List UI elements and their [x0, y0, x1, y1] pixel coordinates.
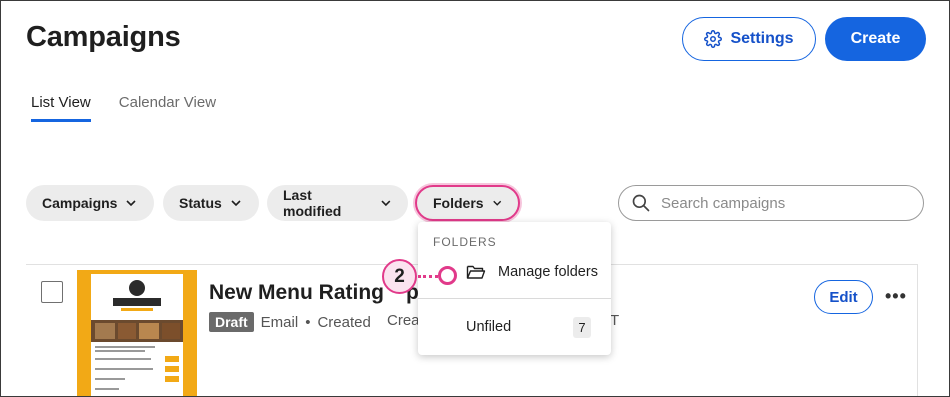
last-modified-filter-label: Last modified	[283, 187, 342, 219]
chevron-down-icon	[126, 200, 137, 207]
email-preview-graphic	[91, 274, 183, 390]
callout-connector	[418, 275, 438, 278]
chevron-down-icon	[492, 200, 501, 206]
more-options-icon[interactable]: •••	[885, 287, 907, 305]
settings-button-label: Settings	[730, 30, 794, 47]
campaign-state: Created	[317, 313, 371, 331]
status-filter-label: Status	[179, 195, 222, 211]
edit-button[interactable]: Edit	[814, 280, 873, 314]
gear-icon	[704, 30, 723, 48]
chevron-down-icon	[231, 200, 241, 207]
row-checkbox[interactable]	[41, 281, 63, 303]
folders-dropdown: FOLDERS Manage folders Unfiled 7	[418, 222, 611, 355]
view-tabs: List View Calendar View	[31, 94, 216, 122]
campaigns-filter-label: Campaigns	[42, 195, 118, 211]
dropdown-divider	[418, 298, 611, 299]
campaign-created-time: T	[610, 312, 620, 329]
list-edge	[917, 264, 918, 396]
callout-target-ring	[438, 266, 457, 285]
chevron-down-icon	[381, 200, 391, 207]
thumbnail-email-preview	[91, 274, 183, 396]
campaign-created-date: Crea	[387, 312, 420, 329]
manage-folders-item[interactable]: Manage folders	[466, 264, 598, 280]
search-input[interactable]	[661, 194, 901, 212]
status-badge: Draft	[209, 312, 254, 332]
tab-calendar-view[interactable]: Calendar View	[119, 94, 216, 122]
create-button[interactable]: Create	[825, 17, 926, 61]
last-modified-filter[interactable]: Last modified	[267, 185, 408, 221]
unfiled-count-badge: 7	[573, 317, 591, 338]
tab-list-view[interactable]: List View	[31, 94, 91, 122]
dropdown-header: FOLDERS	[433, 235, 497, 249]
search-box[interactable]	[618, 185, 924, 221]
campaigns-filter[interactable]: Campaigns	[26, 185, 154, 221]
campaign-type: Email	[260, 313, 299, 331]
manage-folders-label: Manage folders	[498, 264, 598, 280]
search-icon	[632, 194, 650, 212]
campaign-name-text: New Menu Rating	[209, 281, 385, 304]
campaign-thumbnail[interactable]	[77, 270, 197, 396]
status-filter[interactable]: Status	[163, 185, 259, 221]
step-callout-number: 2	[382, 259, 417, 294]
unfiled-folder-item[interactable]: Unfiled	[466, 319, 511, 335]
meta-separator: •	[305, 313, 311, 331]
folder-open-icon	[466, 265, 486, 279]
folders-filter-label: Folders	[433, 195, 484, 211]
campaign-meta: Draft Email • Created	[209, 312, 371, 332]
page-title: Campaigns	[26, 21, 181, 53]
app-frame: Campaigns Settings Create List View Cale…	[0, 0, 950, 397]
settings-button[interactable]: Settings	[682, 17, 816, 61]
folders-filter[interactable]: Folders	[415, 185, 520, 221]
